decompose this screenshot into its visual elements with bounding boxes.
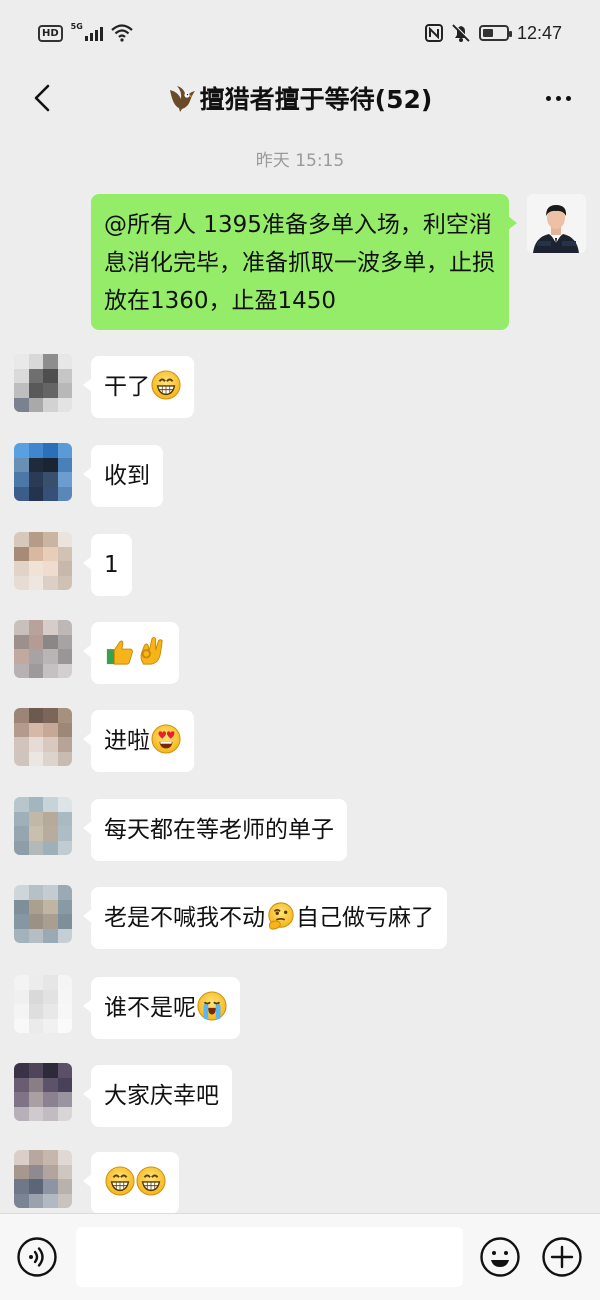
message-text: 谁不是呢 [104, 995, 196, 1021]
message-bubble[interactable]: 谁不是呢 [83, 977, 240, 1039]
nfc-icon [424, 24, 443, 42]
avatar[interactable] [14, 532, 72, 590]
status-bar-right: 12:47 [424, 22, 562, 44]
plus-circle-icon[interactable] [541, 1236, 583, 1278]
input-bar [0, 1213, 600, 1300]
status-bar: HD 5G 12:47 [0, 0, 600, 66]
wifi-icon [110, 24, 133, 42]
grin-emoji [151, 370, 181, 400]
battery-icon [478, 25, 512, 41]
bell-muted-icon [452, 23, 471, 42]
message-bubble[interactable]: 干了 [83, 356, 194, 418]
message-bubble[interactable]: 每天都在等老师的单子 [83, 799, 347, 861]
user-portrait-icon [527, 194, 586, 253]
crying-emoji [197, 991, 227, 1021]
message-bubble[interactable]: 收到 [83, 445, 163, 507]
avatar[interactable] [14, 1063, 72, 1121]
avatar[interactable] [14, 885, 72, 943]
message-bubble[interactable]: 1 [83, 534, 132, 596]
more-dots-icon [545, 95, 551, 101]
emoji-face-icon[interactable] [479, 1236, 521, 1278]
message-text: 每天都在等老师的单子 [104, 817, 334, 843]
chevron-left-icon [34, 84, 50, 112]
grin-emoji [136, 1166, 166, 1196]
heart-eyes-emoji [151, 724, 181, 754]
more-options-button[interactable] [536, 78, 580, 118]
message-row-self: @所有人 1395准备多单入场，利空消息消化完毕，准备抓取一波多单，止损放在13… [0, 194, 600, 334]
message-bubble[interactable]: 大家庆幸吧 [83, 1065, 232, 1127]
avatar[interactable] [14, 797, 72, 855]
voice-icon[interactable] [16, 1236, 58, 1278]
message-text-after: 自己做亏麻了 [296, 905, 434, 931]
avatar[interactable] [14, 443, 72, 501]
status-bar-left: HD 5G [38, 22, 133, 42]
message-bubble[interactable] [83, 1152, 179, 1214]
chat-title: 擅猎者擅于等待(52) [168, 80, 433, 116]
network-type-label: 5G [70, 22, 83, 31]
signal-icon: 5G [70, 22, 103, 41]
eagle-icon [169, 86, 195, 112]
status-time: 12:47 [516, 22, 562, 43]
avatar[interactable] [14, 708, 72, 766]
ok-hand-emoji [136, 636, 166, 666]
message-bubble[interactable]: 老是不喊我不动 自己做亏麻了 [83, 887, 447, 949]
chat-title-text: 擅猎者擅于等待(52) [199, 85, 433, 114]
back-button[interactable] [22, 78, 62, 118]
avatar[interactable] [14, 354, 72, 412]
message-text: 老是不喊我不动 [104, 905, 265, 931]
thumbs-up-emoji [105, 636, 135, 666]
avatar[interactable] [14, 620, 72, 678]
battery-level [482, 29, 493, 37]
avatar[interactable] [14, 1150, 72, 1208]
chat-header: 擅猎者擅于等待(52) [0, 66, 600, 130]
avatar-self[interactable] [527, 194, 586, 253]
message-text: 干了 [104, 374, 150, 400]
avatar[interactable] [14, 975, 72, 1033]
message-text: 1 [104, 552, 119, 578]
message-text: 大家庆幸吧 [104, 1083, 219, 1109]
grin-emoji [105, 1166, 135, 1196]
message-text: 进啦 [104, 728, 150, 754]
message-input[interactable] [76, 1227, 463, 1287]
message-bubble[interactable] [83, 622, 179, 684]
message-bubble[interactable]: 进啦 [83, 710, 194, 772]
message-timestamp: 昨天 15:15 [255, 151, 345, 171]
message-text: 收到 [104, 463, 150, 489]
hd-icon: HD [38, 24, 63, 42]
message-bubble-self[interactable]: @所有人 1395准备多单入场，利空消息消化完毕，准备抓取一波多单，止损放在13… [91, 194, 517, 330]
thinking-emoji [266, 901, 296, 931]
